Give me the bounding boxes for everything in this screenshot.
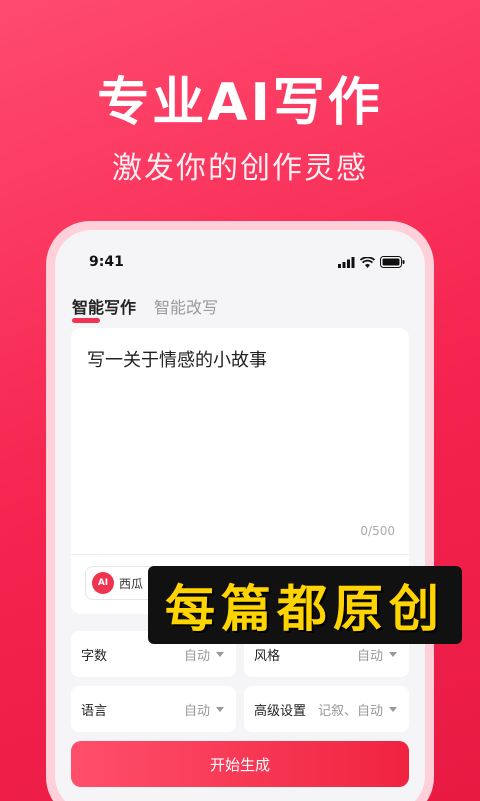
setting-value-wrap: 记叙、自动: [318, 700, 397, 719]
setting-label: 高级设置: [254, 703, 307, 719]
setting-label: 字数: [81, 648, 108, 664]
original-content-sticker: 每篇都原创: [148, 566, 462, 644]
status-icons: [338, 256, 405, 268]
phone-screen: 9:41 智能写作 智能改写 写一关于情感的小故事 0/500 AI 西瓜 字数…: [55, 230, 425, 801]
phone-frame: 9:41 智能写作 智能改写 写一关于情感的小故事 0/500 AI 西瓜 字数…: [46, 221, 434, 801]
advanced-setting[interactable]: 高级设置 记叙、自动: [244, 686, 409, 732]
language-setting[interactable]: 语言 自动: [71, 686, 236, 732]
status-bar: 9:41: [55, 252, 425, 274]
prompt-text[interactable]: 写一关于情感的小故事: [87, 346, 267, 372]
battery-icon: [380, 256, 405, 268]
setting-value-wrap: 自动: [357, 645, 397, 664]
setting-label: 语言: [81, 703, 108, 719]
setting-value: 自动: [183, 703, 210, 719]
status-time: 9:41: [89, 254, 124, 270]
hero-subtitle: 激发你的创作灵感: [112, 151, 368, 186]
wifi-icon: [360, 256, 375, 268]
setting-label: 风格: [254, 648, 281, 664]
writing-tabs: 智能写作 智能改写: [72, 294, 218, 323]
tab-smart-writing[interactable]: 智能写作: [72, 294, 137, 323]
setting-value: 自动: [356, 648, 383, 664]
chevron-down-icon: [216, 706, 224, 712]
setting-value-wrap: 自动: [184, 645, 224, 664]
model-label: 西瓜: [119, 576, 144, 591]
setting-value: 记叙、自动: [317, 703, 383, 719]
card-divider: [71, 554, 409, 555]
tab-smart-rewrite[interactable]: 智能改写: [154, 294, 218, 318]
tab-label: 智能写作: [72, 298, 137, 317]
setting-value: 自动: [183, 648, 210, 664]
chevron-down-icon: [216, 651, 224, 657]
ai-logo-icon: AI: [92, 572, 114, 594]
tab-label: 智能改写: [154, 298, 219, 317]
active-tab-indicator: [72, 318, 100, 323]
cellular-signal-icon: [338, 256, 355, 268]
start-generate-button[interactable]: 开始生成: [71, 741, 409, 787]
setting-value-wrap: 自动: [184, 700, 224, 719]
character-counter: 0/500: [360, 524, 395, 538]
hero-title: 专业AI写作: [97, 73, 383, 133]
chevron-down-icon: [389, 706, 397, 712]
chevron-down-icon: [389, 651, 397, 657]
